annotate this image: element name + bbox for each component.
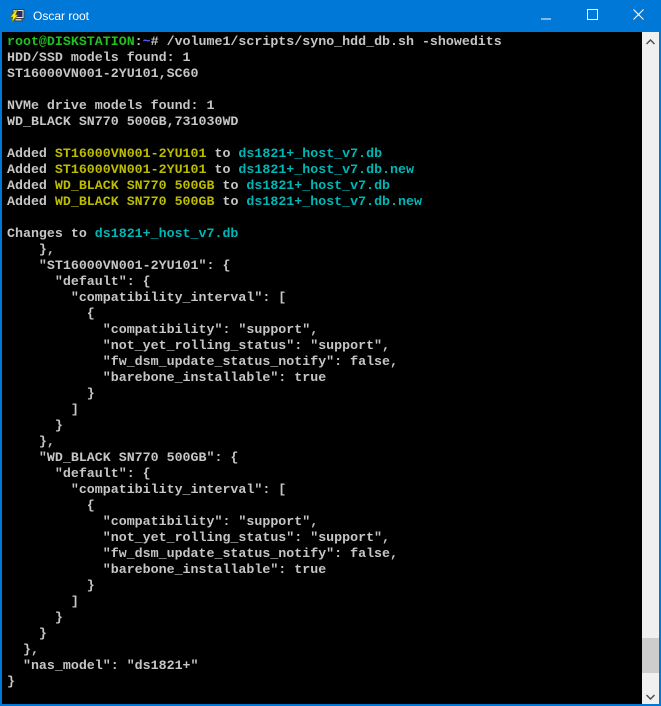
scrollbar-down-button[interactable] bbox=[642, 687, 659, 704]
terminal-line: "not_yet_rolling_status": "support", bbox=[7, 338, 642, 354]
terminal-area: root@DISKSTATION:~# /volume1/scripts/syn… bbox=[0, 32, 661, 706]
terminal-line: "default": { bbox=[7, 274, 642, 290]
terminal-line: "not_yet_rolling_status": "support", bbox=[7, 530, 642, 546]
terminal-line bbox=[7, 82, 642, 98]
terminal-line: "nas_model": "ds1821+" bbox=[7, 658, 642, 674]
terminal-line: HDD/SSD models found: 1 bbox=[7, 50, 642, 66]
terminal-line: "compatibility": "support", bbox=[7, 322, 642, 338]
minimize-button[interactable] bbox=[523, 0, 569, 32]
terminal-line: Added ST16000VN001-2YU101 to ds1821+_hos… bbox=[7, 146, 642, 162]
terminal-line: ] bbox=[7, 594, 642, 610]
window-title: Oscar root bbox=[33, 9, 523, 23]
scrollbar-thumb[interactable] bbox=[642, 638, 659, 673]
terminal-line: }, bbox=[7, 642, 642, 658]
maximize-button[interactable] bbox=[569, 0, 615, 32]
terminal-line: ] bbox=[7, 402, 642, 418]
terminal-line: "WD_BLACK SN770 500GB": { bbox=[7, 450, 642, 466]
terminal-line: }, bbox=[7, 434, 642, 450]
terminal-line: }, bbox=[7, 242, 642, 258]
terminal-line: Added ST16000VN001-2YU101 to ds1821+_hos… bbox=[7, 162, 642, 178]
scrollbar[interactable] bbox=[642, 32, 659, 704]
terminal-line bbox=[7, 130, 642, 146]
chevron-down-icon bbox=[646, 687, 655, 705]
terminal-line: Added WD_BLACK SN770 500GB to ds1821+_ho… bbox=[7, 194, 642, 210]
terminal-line: { bbox=[7, 306, 642, 322]
terminal-line: "compatibility_interval": [ bbox=[7, 482, 642, 498]
terminal-line: Changes to ds1821+_host_v7.db bbox=[7, 226, 642, 242]
terminal-line: "fw_dsm_update_status_notify": false, bbox=[7, 354, 642, 370]
terminal-line: { bbox=[7, 498, 642, 514]
terminal-screen[interactable]: root@DISKSTATION:~# /volume1/scripts/syn… bbox=[2, 32, 642, 704]
close-icon bbox=[633, 7, 644, 25]
terminal-line: "compatibility": "support", bbox=[7, 514, 642, 530]
minimize-icon bbox=[541, 7, 551, 25]
putty-terminal-icon[interactable] bbox=[9, 8, 25, 24]
terminal-line: } bbox=[7, 386, 642, 402]
terminal-line: "ST16000VN001-2YU101": { bbox=[7, 258, 642, 274]
terminal-line: "default": { bbox=[7, 466, 642, 482]
terminal-line: "fw_dsm_update_status_notify": false, bbox=[7, 546, 642, 562]
terminal-line: NVMe drive models found: 1 bbox=[7, 98, 642, 114]
chevron-up-icon bbox=[646, 32, 655, 50]
putty-window: Oscar root root@DISKSTATION:~# /volume1/… bbox=[0, 0, 661, 706]
terminal-line bbox=[7, 210, 642, 226]
terminal-line: Added WD_BLACK SN770 500GB to ds1821+_ho… bbox=[7, 178, 642, 194]
terminal-line: "barebone_installable": true bbox=[7, 562, 642, 578]
terminal-line: } bbox=[7, 626, 642, 642]
terminal-line: "compatibility_interval": [ bbox=[7, 290, 642, 306]
maximize-icon bbox=[587, 7, 598, 25]
terminal-line: ST16000VN001-2YU101,SC60 bbox=[7, 66, 642, 82]
terminal-line: "barebone_installable": true bbox=[7, 370, 642, 386]
close-button[interactable] bbox=[615, 0, 661, 32]
terminal-line: } bbox=[7, 578, 642, 594]
terminal-line: } bbox=[7, 418, 642, 434]
scrollbar-up-button[interactable] bbox=[642, 32, 659, 49]
terminal-line: } bbox=[7, 674, 642, 690]
terminal-line: root@DISKSTATION:~# /volume1/scripts/syn… bbox=[7, 34, 642, 50]
window-controls bbox=[523, 0, 661, 32]
titlebar[interactable]: Oscar root bbox=[0, 0, 661, 32]
terminal-line: WD_BLACK SN770 500GB,731030WD bbox=[7, 114, 642, 130]
terminal-line: } bbox=[7, 610, 642, 626]
